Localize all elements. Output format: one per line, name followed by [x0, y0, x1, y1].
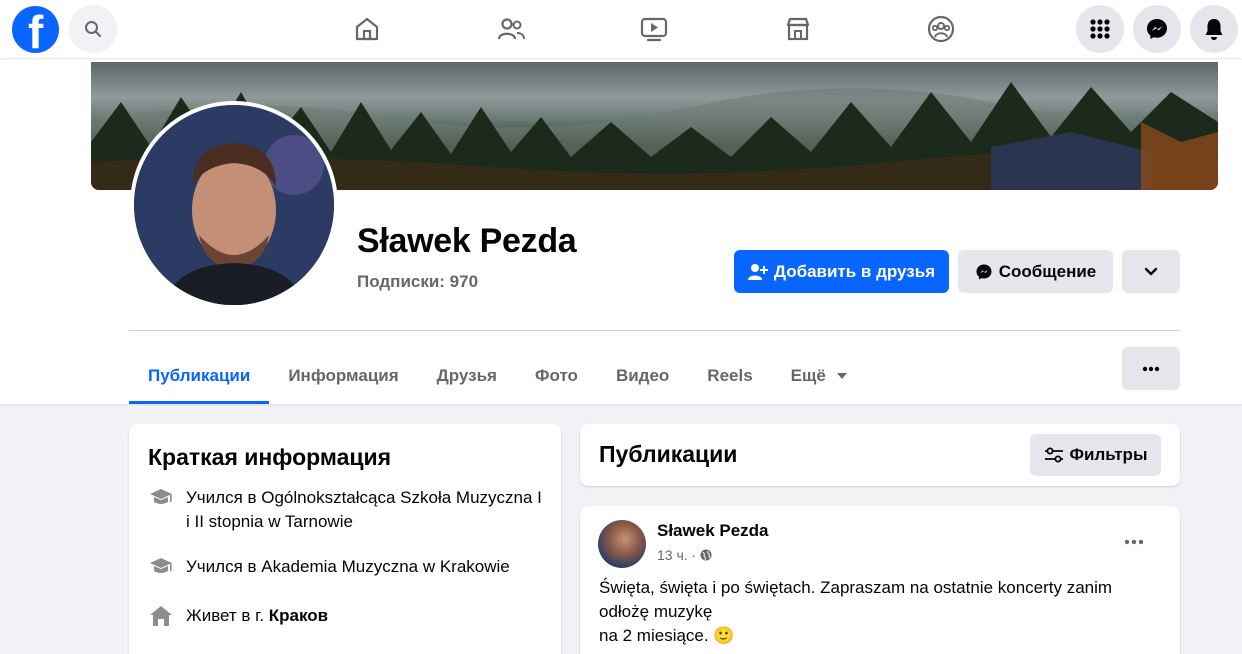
menu-button[interactable]: [1076, 5, 1124, 53]
post-meta: 13 ч. ·: [657, 547, 712, 563]
graduation-cap-icon: [148, 555, 174, 579]
message-button[interactable]: Сообщение: [958, 250, 1113, 293]
groups-nav-button[interactable]: [924, 12, 958, 46]
post-card: Sławek Pezda 13 ч. · Święta, święta i po…: [580, 506, 1180, 654]
home-nav-button[interactable]: [350, 12, 384, 46]
avatar-photo: [134, 105, 334, 305]
profile-tabs: Публикации Информация Друзья Фото Видео …: [129, 347, 867, 404]
tab-reels[interactable]: Reels: [688, 347, 771, 404]
profile-options-button[interactable]: [1122, 347, 1180, 390]
profile-header: Sławek Pezda Подписки: 970 Добавить в др…: [0, 58, 1242, 404]
intro-card: Краткая информация Учился в Ogólnokształ…: [129, 424, 561, 654]
tab-about[interactable]: Информация: [269, 347, 417, 404]
followers-count[interactable]: Подписки: 970: [357, 272, 478, 292]
city-link[interactable]: Краков: [269, 606, 328, 625]
filter-icon: [1044, 447, 1063, 463]
intro-item-location: Живет в г. Краков: [148, 604, 543, 628]
tab-videos[interactable]: Видео: [597, 347, 688, 404]
post-options-button[interactable]: [1124, 528, 1144, 551]
avatar-portrait-illustration: [134, 105, 334, 305]
post-text: Święta, święta i po świętach. Zapraszam …: [599, 578, 1113, 645]
messenger-icon: [1147, 19, 1167, 39]
friends-icon: [497, 18, 525, 40]
posts-header-card: Публикации Фильтры: [580, 424, 1180, 486]
notifications-button[interactable]: [1190, 5, 1238, 53]
messenger-icon: [976, 264, 992, 279]
more-actions-dropdown[interactable]: [1122, 250, 1180, 293]
search-icon: [85, 21, 101, 37]
intro-item-education-1: Учился в Ogólnokształcąca Szkoła Muzyczn…: [148, 486, 543, 534]
top-navigation-bar: f: [0, 0, 1242, 58]
facebook-logo[interactable]: f: [12, 6, 59, 57]
intro-item-education-2: Учился в Akademia Muzyczna w Krakowie: [148, 555, 543, 579]
tab-more-label: Ещё: [790, 365, 826, 385]
profile-name: Sławek Pezda: [357, 222, 577, 260]
video-nav-button[interactable]: [637, 12, 671, 46]
messenger-button[interactable]: [1133, 5, 1181, 53]
location-text: Живет в г. Краков: [186, 606, 329, 625]
header-divider: [129, 330, 1180, 331]
posts-title: Публикации: [599, 441, 738, 467]
graduation-cap-icon: [148, 486, 174, 510]
filters-button[interactable]: Фильтры: [1030, 434, 1161, 476]
video-icon: [640, 17, 668, 42]
tab-friends[interactable]: Друзья: [418, 347, 516, 404]
groups-icon: [927, 15, 955, 43]
bell-icon: [1205, 19, 1223, 40]
post-author-name[interactable]: Sławek Pezda: [657, 521, 769, 541]
home-icon: [148, 604, 174, 628]
tab-photos[interactable]: Фото: [516, 347, 597, 404]
marketplace-icon: [786, 17, 810, 41]
intro-title: Краткая информация: [148, 444, 392, 470]
caret-down-icon: [836, 372, 847, 379]
search-button[interactable]: [69, 5, 117, 53]
marketplace-nav-button[interactable]: [781, 12, 815, 46]
ellipsis-icon: [1124, 539, 1144, 545]
menu-grid-icon: [1090, 19, 1110, 39]
chevron-down-icon: [1144, 267, 1158, 275]
globe-icon: [700, 549, 712, 561]
friends-nav-button[interactable]: [494, 12, 528, 46]
ellipsis-icon: [1142, 366, 1160, 371]
post-time[interactable]: 13 ч. ·: [657, 547, 696, 563]
tab-more[interactable]: Ещё: [772, 347, 867, 404]
home-icon: [355, 17, 379, 41]
add-friend-icon: [747, 263, 768, 280]
tab-posts[interactable]: Публикации: [129, 347, 270, 404]
post-author-avatar[interactable]: [598, 520, 646, 568]
profile-avatar[interactable]: [130, 101, 338, 309]
add-friend-button[interactable]: Добавить в друзья: [734, 250, 949, 293]
